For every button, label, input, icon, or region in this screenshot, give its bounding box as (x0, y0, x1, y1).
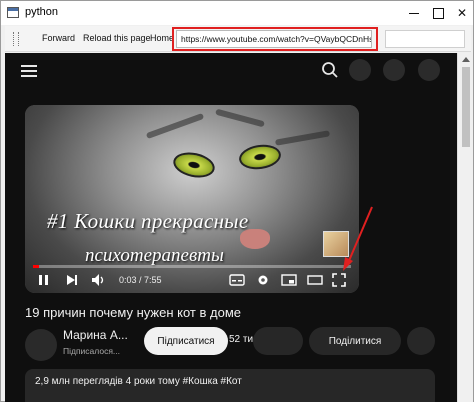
window-title: python (25, 6, 59, 18)
vertical-scrollbar[interactable] (457, 53, 473, 402)
search-icon[interactable] (321, 61, 339, 79)
web-viewport: #1 Кошки прекрасные психотерапевты 0:03 … (5, 53, 457, 402)
home-button[interactable]: Home (150, 33, 174, 43)
browser-window: python ✕ Forward Reload this page Home h… (0, 0, 474, 402)
hashtags[interactable]: #Кошка #Кот (183, 376, 242, 387)
header-button-1[interactable] (349, 59, 371, 81)
next-icon[interactable] (65, 273, 79, 287)
toolbar-grip-icon[interactable] (13, 32, 19, 46)
description-box[interactable]: 2,9 млн переглядів 4 роки тому #Кошка #К… (25, 369, 435, 402)
play-icon[interactable] (37, 273, 51, 287)
progress-fill (33, 265, 40, 268)
theater-icon[interactable] (307, 273, 323, 287)
subtitles-icon[interactable] (229, 273, 245, 287)
video-overlay-title: #1 Кошки прекрасные (47, 209, 249, 233)
url-highlight-box (172, 27, 378, 51)
share-button[interactable]: Поділитися (309, 327, 401, 355)
annotation-arrow (343, 206, 373, 271)
menu-icon[interactable] (21, 65, 37, 77)
settings-icon[interactable] (256, 273, 270, 287)
header-button-2[interactable] (383, 59, 405, 81)
volume-icon[interactable] (91, 273, 107, 287)
app-icon (7, 7, 19, 18)
avatar[interactable] (25, 329, 57, 361)
maximize-button[interactable] (427, 1, 449, 25)
close-button[interactable]: ✕ (451, 1, 473, 25)
scroll-thumb[interactable] (462, 67, 470, 147)
title-bar: python ✕ (1, 1, 473, 25)
navigation-toolbar: Forward Reload this page Home https://ww… (5, 26, 471, 52)
like-button[interactable] (253, 327, 303, 355)
page-title: 19 причин почему нужен кот в доме (25, 305, 241, 320)
header-button-3[interactable] (418, 59, 440, 81)
more-button[interactable] (407, 327, 435, 355)
view-stats: 2,9 млн переглядів 4 роки тому (35, 376, 183, 387)
progress-bar[interactable] (33, 265, 351, 268)
forward-button[interactable]: Forward (42, 33, 75, 43)
description-meta: 2,9 млн переглядів 4 роки тому #Кошка #К… (35, 376, 242, 387)
subscribe-button[interactable]: Підписатися (144, 327, 228, 355)
toolbar-spacer (385, 30, 465, 48)
player-controls: 0:03 / 7:55 (25, 269, 359, 291)
miniplayer-icon[interactable] (281, 273, 297, 287)
channel-name[interactable]: Марина А... (63, 328, 128, 342)
fullscreen-icon[interactable] (332, 273, 346, 287)
video-player[interactable]: #1 Кошки прекрасные психотерапевты 0:03 … (25, 105, 359, 293)
video-time: 0:03 / 7:55 (119, 275, 162, 285)
scroll-up-icon[interactable] (462, 57, 470, 62)
video-overlay-subtitle: психотерапевты (85, 245, 224, 266)
minimize-button[interactable] (403, 1, 425, 25)
channel-subscribers: Підписалося... (63, 346, 121, 356)
reload-button[interactable]: Reload this page (83, 33, 151, 43)
